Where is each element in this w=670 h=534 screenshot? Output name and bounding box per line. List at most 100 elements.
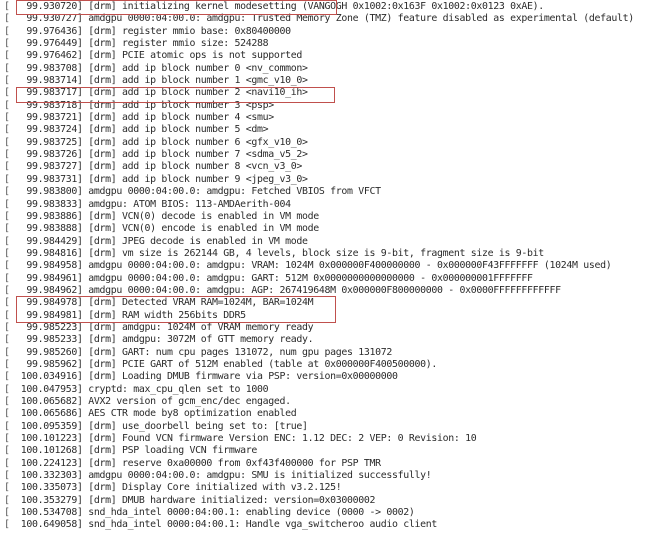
log-message: [drm] reserve 0xa00000 from 0xf43f400000… — [88, 457, 381, 469]
log-close-bracket: ] — [77, 87, 89, 99]
log-timestamp: 99.976436 — [26, 25, 77, 37]
log-line: [99.984961] amdgpu 0000:04:00.0: amdgpu:… — [4, 273, 634, 285]
log-close-bracket: ] — [77, 420, 89, 432]
log-message: amdgpu 0000:04:00.0: amdgpu: AGP: 267419… — [88, 284, 561, 296]
log-timestamp: 99.983731 — [26, 173, 77, 185]
log-close-bracket: ] — [77, 482, 89, 494]
log-message: [drm] amdgpu: 1024M of VRAM memory ready — [88, 321, 314, 333]
log-close-bracket: ] — [77, 1, 89, 12]
log-timestamp: 99.983721 — [26, 112, 77, 124]
log-close-bracket: ] — [77, 50, 89, 62]
log-open-bracket: [ — [4, 482, 10, 494]
log-timestamp: 99.984962 — [26, 284, 77, 296]
log-timestamp: 99.983718 — [26, 99, 77, 111]
log-message: amdgpu: ATOM BIOS: 113-AMDAerith-004 — [88, 198, 291, 210]
log-message: amdgpu 0000:04:00.0: amdgpu: Fetched VBI… — [88, 186, 381, 198]
log-open-bracket: [ — [4, 457, 10, 469]
log-line-highlighted: [99.983717] [drm] add ip block number 2 … — [4, 87, 634, 99]
log-open-bracket: [ — [4, 223, 10, 235]
log-line: [99.983725] [drm] add ip block number 6 … — [4, 137, 634, 149]
log-message: snd_hda_intel 0000:04:00.1: Handle vga_s… — [88, 519, 438, 531]
log-close-bracket: ] — [77, 358, 89, 370]
log-message: [drm] add ip block number 1 <gmc_v10_0> — [88, 75, 308, 87]
log-close-bracket: ] — [77, 173, 89, 185]
log-close-bracket: ] — [77, 112, 89, 124]
log-open-bracket: [ — [4, 297, 10, 309]
log-message: [drm] RAM width 256bits DDR5 — [88, 309, 246, 321]
log-timestamp: 100.353279 — [20, 494, 78, 506]
log-line: [99.984816] [drm] vm size is 262144 GB, … — [4, 248, 634, 260]
log-line: [99.984429] [drm] JPEG decode is enabled… — [4, 236, 634, 248]
log-open-bracket: [ — [4, 494, 10, 506]
log-timestamp: 99.985962 — [26, 358, 77, 370]
log-timestamp: 99.976462 — [26, 50, 77, 62]
log-line: [100.224123] [drm] reserve 0xa00000 from… — [4, 458, 634, 470]
log-timestamp: 100.101268 — [20, 445, 78, 457]
log-timestamp: 100.649058 — [20, 519, 78, 531]
log-line: [100.649058] snd_hda_intel 0000:04:00.1:… — [4, 519, 634, 531]
log-line: [100.065686] AES CTR mode by8 optimizati… — [4, 408, 634, 420]
log-open-bracket: [ — [4, 161, 10, 173]
log-close-bracket: ] — [77, 124, 89, 136]
log-close-bracket: ] — [77, 235, 89, 247]
log-message: [drm] Found VCN firmware Version ENC: 1.… — [88, 433, 477, 445]
log-line-highlighted: [99.984978] [drm] Detected VRAM RAM=1024… — [4, 297, 634, 309]
log-message: [drm] vm size is 262144 GB, 4 levels, bl… — [88, 247, 544, 259]
log-open-bracket: [ — [4, 112, 10, 124]
log-timestamp: 100.101223 — [20, 433, 78, 445]
log-timestamp: 100.332303 — [20, 470, 78, 482]
log-line: [99.983727] [drm] add ip block number 8 … — [4, 161, 634, 173]
log-open-bracket: [ — [4, 87, 10, 99]
log-timestamp: 99.983800 — [26, 186, 77, 198]
log-open-bracket: [ — [4, 186, 10, 198]
log-open-bracket: [ — [4, 136, 10, 148]
log-line: [100.095359] [drm] use_doorbell being se… — [4, 421, 634, 433]
log-close-bracket: ] — [77, 445, 89, 457]
log-close-bracket: ] — [77, 321, 89, 333]
log-message: [drm] VCN(0) encode is enabled in VM mod… — [88, 223, 319, 235]
log-close-bracket: ] — [77, 272, 89, 284]
log-message: amdgpu 0000:04:00.0: amdgpu: GART: 512M … — [88, 272, 533, 284]
log-timestamp: 99.983725 — [26, 136, 77, 148]
log-timestamp: 100.095359 — [20, 420, 78, 432]
log-open-bracket: [ — [4, 62, 10, 74]
log-close-bracket: ] — [77, 210, 89, 222]
log-line: [100.353279] [drm] DMUB hardware initial… — [4, 495, 634, 507]
log-open-bracket: [ — [4, 383, 10, 395]
log-timestamp: 100.047953 — [20, 383, 78, 395]
log-line: [99.930727] amdgpu 0000:04:00.0: amdgpu:… — [4, 13, 634, 25]
log-message: [drm] amdgpu: 3072M of GTT memory ready. — [88, 334, 314, 346]
log-open-bracket: [ — [4, 173, 10, 185]
log-open-bracket: [ — [4, 272, 10, 284]
log-close-bracket: ] — [77, 346, 89, 358]
log-timestamp: 99.985260 — [26, 346, 77, 358]
log-message: [drm] register mmio base: 0x80400000 — [88, 25, 291, 37]
log-line: [99.983721] [drm] add ip block number 4 … — [4, 112, 634, 124]
log-message: [drm] GART: num cpu pages 131072, num gp… — [88, 346, 393, 358]
log-open-bracket: [ — [4, 99, 10, 111]
log-line-highlighted: [99.984981] [drm] RAM width 256bits DDR5 — [4, 310, 634, 322]
log-message: [drm] add ip block number 3 <psp> — [88, 99, 274, 111]
log-close-bracket: ] — [77, 309, 89, 321]
log-timestamp: 99.984816 — [26, 247, 77, 259]
log-timestamp: 99.983708 — [26, 62, 77, 74]
log-timestamp: 100.065686 — [20, 408, 78, 420]
log-timestamp: 99.984958 — [26, 260, 77, 272]
log-message: [drm] PSP loading VCN firmware — [88, 445, 258, 457]
log-message: amdgpu 0000:04:00.0: amdgpu: Trusted Mem… — [88, 13, 634, 25]
log-line: [100.034916] [drm] Loading DMUB firmware… — [4, 371, 634, 383]
log-open-bracket: [ — [4, 198, 10, 210]
log-line: [100.065682] AVX2 version of gcm_enc/dec… — [4, 396, 634, 408]
log-message: [drm] add ip block number 4 <smu> — [88, 112, 274, 124]
log-line: [100.101268] [drm] PSP loading VCN firmw… — [4, 445, 634, 457]
log-line: [99.983731] [drm] add ip block number 9 … — [4, 174, 634, 186]
log-close-bracket: ] — [77, 62, 89, 74]
log-message: [drm] add ip block number 2 <navi10_ih> — [88, 87, 308, 99]
log-line: [99.985260] [drm] GART: num cpu pages 13… — [4, 347, 634, 359]
log-close-bracket: ] — [77, 494, 89, 506]
log-close-bracket: ] — [77, 161, 89, 173]
log-close-bracket: ] — [77, 198, 89, 210]
log-message: [drm] PCIE atomic ops is not supported — [88, 50, 303, 62]
log-open-bracket: [ — [4, 396, 10, 407]
log-timestamp: 99.930727 — [26, 13, 77, 25]
